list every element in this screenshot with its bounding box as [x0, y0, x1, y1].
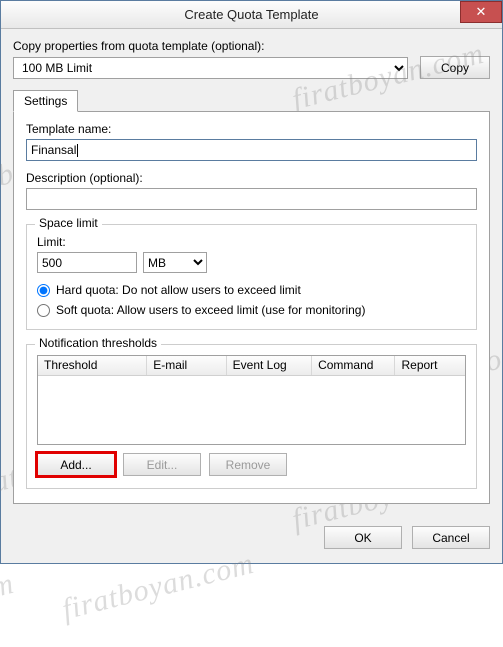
template-name-value: Finansal — [31, 143, 76, 157]
copy-button[interactable]: Copy — [420, 56, 490, 79]
dialog-footer: OK Cancel — [1, 516, 502, 563]
threshold-table[interactable]: Threshold E-mail Event Log Command Repor… — [37, 355, 466, 445]
edit-button: Edit... — [123, 453, 201, 476]
dialog-window: Create Quota Template ✕ Copy properties … — [0, 0, 503, 564]
tab-strip: Settings — [13, 89, 490, 111]
notification-group: Notification thresholds Threshold E-mail… — [26, 344, 477, 489]
remove-button: Remove — [209, 453, 287, 476]
space-limit-group: Space limit Limit: MB Hard quota: Do not… — [26, 224, 477, 330]
add-button[interactable]: Add... — [37, 453, 115, 476]
soft-quota-row: Soft quota: Allow users to exceed limit … — [37, 303, 466, 317]
threshold-header: Threshold E-mail Event Log Command Repor… — [38, 356, 465, 376]
col-command[interactable]: Command — [312, 356, 395, 375]
description-label: Description (optional): — [26, 171, 477, 185]
space-limit-title: Space limit — [35, 216, 102, 230]
threshold-buttons: Add... Edit... Remove — [37, 453, 466, 476]
notification-title: Notification thresholds — [35, 336, 161, 350]
limit-unit-select[interactable]: MB — [143, 252, 207, 273]
watermark-text: firatboyan.com — [0, 567, 18, 647]
tab-settings[interactable]: Settings — [13, 90, 78, 112]
soft-quota-label: Soft quota: Allow users to exceed limit … — [56, 303, 365, 317]
ok-button[interactable]: OK — [324, 526, 402, 549]
hard-quota-radio[interactable] — [37, 284, 50, 297]
hard-quota-row: Hard quota: Do not allow users to exceed… — [37, 283, 466, 297]
limit-row: MB — [37, 252, 466, 273]
copy-template-select[interactable]: 100 MB Limit — [13, 57, 408, 79]
col-eventlog[interactable]: Event Log — [227, 356, 312, 375]
settings-panel: Template name: Finansal Description (opt… — [13, 111, 490, 504]
close-icon: ✕ — [476, 4, 487, 20]
col-email[interactable]: E-mail — [147, 356, 226, 375]
limit-input[interactable] — [37, 252, 137, 273]
copy-template-row: 100 MB Limit Copy — [13, 56, 490, 79]
col-threshold[interactable]: Threshold — [38, 356, 147, 375]
copy-template-label: Copy properties from quota template (opt… — [13, 39, 490, 53]
titlebar: Create Quota Template ✕ — [1, 1, 502, 29]
template-name-input[interactable]: Finansal — [26, 139, 477, 161]
window-title: Create Quota Template — [184, 7, 318, 22]
template-name-label: Template name: — [26, 122, 477, 136]
cancel-button[interactable]: Cancel — [412, 526, 490, 549]
soft-quota-radio[interactable] — [37, 304, 50, 317]
description-input[interactable] — [26, 188, 477, 210]
col-report[interactable]: Report — [395, 356, 465, 375]
client-area: Copy properties from quota template (opt… — [1, 29, 502, 516]
limit-label: Limit: — [37, 235, 466, 249]
hard-quota-label: Hard quota: Do not allow users to exceed… — [56, 283, 301, 297]
close-button[interactable]: ✕ — [460, 1, 502, 23]
